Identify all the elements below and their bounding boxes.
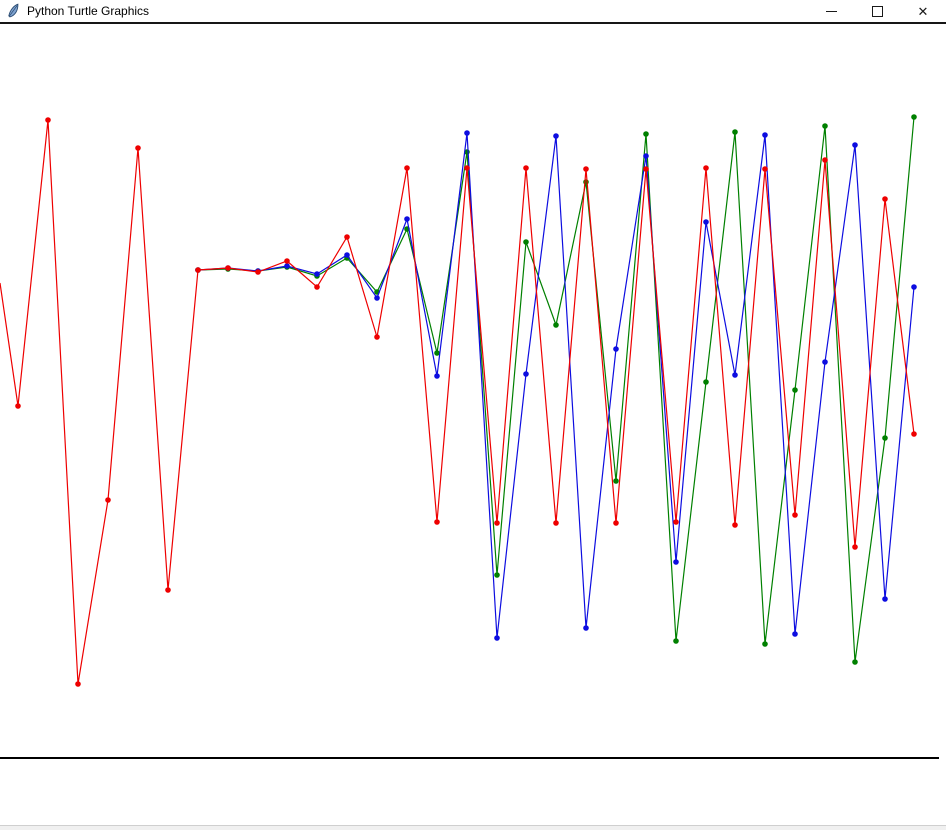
- red-data-point: [643, 166, 649, 172]
- red-data-point: [195, 267, 201, 273]
- blue-data-point: [673, 559, 679, 565]
- blue-data-point: [822, 359, 828, 365]
- blue-data-point: [494, 635, 500, 641]
- turtle-graphics-window: Python Turtle Graphics ✕: [0, 0, 946, 830]
- title-bar: Python Turtle Graphics ✕: [0, 0, 946, 22]
- green-data-point: [882, 435, 888, 441]
- green-data-point: [523, 239, 529, 245]
- red-data-point: [434, 519, 440, 525]
- blue-data-point: [703, 219, 709, 225]
- red-data-point: [464, 165, 470, 171]
- green-data-point: [792, 387, 798, 393]
- green-data-point: [643, 131, 649, 137]
- blue-data-point: [762, 132, 768, 138]
- blue-data-point: [553, 133, 559, 139]
- blue-data-point: [911, 284, 917, 290]
- maximize-icon: [872, 6, 883, 17]
- red-series-line: [0, 120, 914, 684]
- blue-data-point: [583, 625, 589, 631]
- blue-data-point: [732, 372, 738, 378]
- turtle-canvas: [0, 0, 946, 830]
- red-data-point: [762, 166, 768, 172]
- blue-data-point: [464, 130, 470, 136]
- red-data-point: [703, 165, 709, 171]
- red-data-point: [344, 234, 350, 240]
- red-data-point: [852, 544, 858, 550]
- red-data-point: [284, 258, 290, 264]
- red-data-point: [792, 512, 798, 518]
- red-data-point: [911, 431, 917, 437]
- green-data-point: [911, 114, 917, 120]
- red-data-point: [494, 520, 500, 526]
- blue-data-point: [434, 373, 440, 379]
- blue-data-point: [404, 216, 410, 222]
- window-title: Python Turtle Graphics: [27, 4, 149, 18]
- red-data-point: [553, 520, 559, 526]
- window-controls: ✕: [808, 0, 946, 22]
- red-data-point: [404, 165, 410, 171]
- red-data-point: [45, 117, 51, 123]
- titlebar-border-line: [0, 22, 946, 24]
- red-data-point: [314, 284, 320, 290]
- green-data-point: [613, 478, 619, 484]
- blue-data-point: [882, 596, 888, 602]
- python-feather-icon: [6, 3, 20, 19]
- green-data-point: [434, 350, 440, 356]
- minimize-icon: [826, 11, 837, 12]
- red-data-point: [613, 520, 619, 526]
- blue-data-point: [344, 252, 350, 258]
- red-data-point: [75, 681, 81, 687]
- red-data-point: [673, 519, 679, 525]
- red-data-point: [135, 145, 141, 151]
- close-icon: ✕: [918, 5, 929, 18]
- blue-data-point: [613, 346, 619, 352]
- blue-data-point: [523, 371, 529, 377]
- close-button[interactable]: ✕: [900, 0, 946, 22]
- green-data-point: [494, 572, 500, 578]
- green-series-line: [198, 117, 914, 662]
- green-data-point: [673, 638, 679, 644]
- red-data-point: [822, 157, 828, 163]
- red-data-point: [523, 165, 529, 171]
- maximize-button[interactable]: [854, 0, 900, 22]
- blue-data-point: [284, 263, 290, 269]
- red-data-point: [583, 166, 589, 172]
- red-data-point: [255, 269, 261, 275]
- green-data-point: [852, 659, 858, 665]
- green-data-point: [822, 123, 828, 129]
- green-data-point: [583, 179, 589, 185]
- green-data-point: [703, 379, 709, 385]
- blue-data-point: [643, 153, 649, 159]
- green-data-point: [553, 322, 559, 328]
- blue-data-point: [314, 271, 320, 277]
- red-data-point: [225, 265, 231, 271]
- green-data-point: [732, 129, 738, 135]
- minimize-button[interactable]: [808, 0, 854, 22]
- red-data-point: [374, 334, 380, 340]
- red-data-point: [105, 497, 111, 503]
- red-data-point: [15, 403, 21, 409]
- blue-data-point: [792, 631, 798, 637]
- green-data-point: [762, 641, 768, 647]
- red-data-point: [882, 196, 888, 202]
- window-bottom-frame: [0, 825, 946, 830]
- red-data-point: [165, 587, 171, 593]
- red-data-point: [732, 522, 738, 528]
- blue-data-point: [852, 142, 858, 148]
- blue-series-line: [198, 133, 914, 638]
- blue-data-point: [374, 295, 380, 301]
